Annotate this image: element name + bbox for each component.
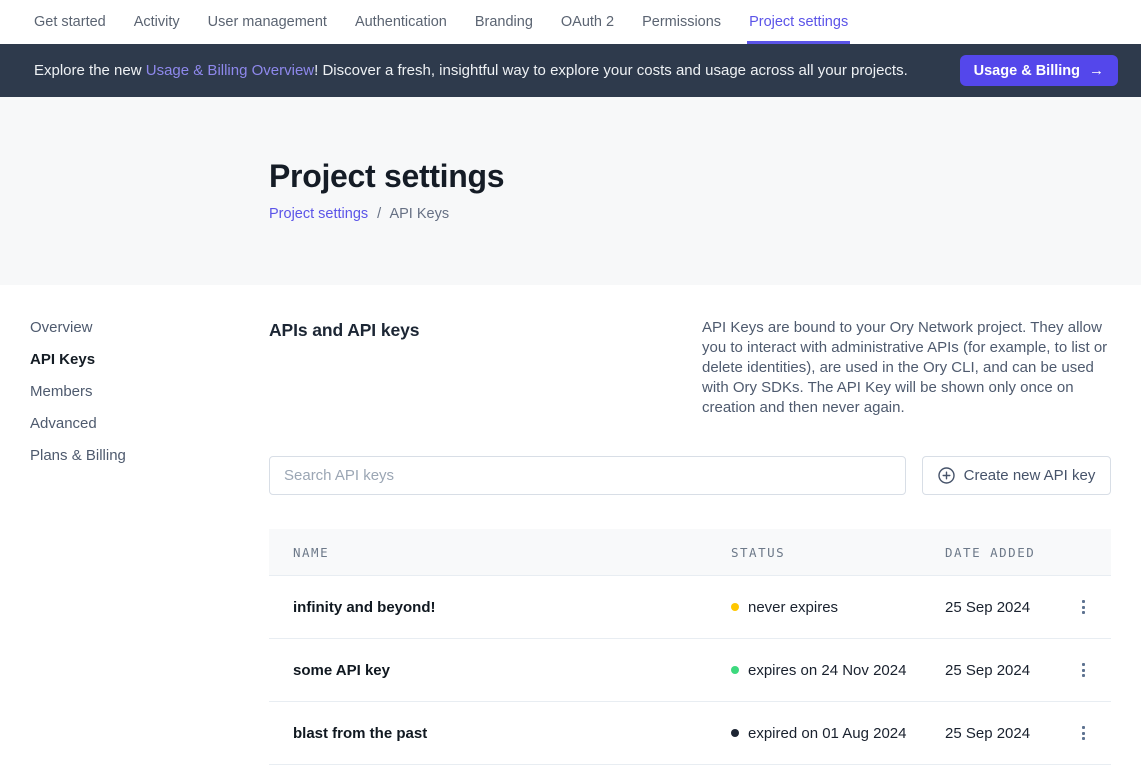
plus-circle-icon (938, 467, 955, 484)
breadcrumb-current: API Keys (389, 206, 449, 222)
section-heading: APIs and API keys (269, 318, 419, 418)
status-dot-icon (731, 666, 739, 674)
sidebar-item-members[interactable]: Members (30, 383, 93, 400)
row-actions-kebab-icon[interactable] (1076, 720, 1091, 746)
sidebar-item-plans-billing[interactable]: Plans & Billing (30, 447, 126, 464)
arrow-right-icon: → (1089, 62, 1104, 79)
nav-item-permissions[interactable]: Permissions (642, 0, 721, 44)
top-nav: Get started Activity User management Authen… (0, 0, 1141, 44)
table-row: some API key expires on 24 Nov 2024 25 S… (269, 639, 1111, 702)
nav-item-user-management[interactable]: User management (208, 0, 327, 44)
breadcrumb-project-settings-link[interactable]: Project settings (269, 206, 368, 222)
status-dot-icon (731, 729, 739, 737)
row-actions-kebab-icon[interactable] (1076, 594, 1091, 620)
table-row: infinity and beyond! never expires 25 Se… (269, 576, 1111, 639)
table-row: blast from the past expired on 01 Aug 20… (269, 702, 1111, 765)
nav-item-project-settings[interactable]: Project settings (749, 0, 848, 44)
controls-row: Create new API key (269, 456, 1111, 495)
api-keys-table: NAME STATUS DATE ADDED infinity and beyo… (269, 529, 1111, 765)
create-api-key-button[interactable]: Create new API key (922, 456, 1111, 495)
usage-billing-button-label: Usage & Billing (974, 63, 1080, 79)
column-header-name: NAME (269, 545, 731, 560)
usage-billing-button[interactable]: Usage & Billing → (960, 55, 1118, 86)
nav-item-activity[interactable]: Activity (134, 0, 180, 44)
status-text: expired on 01 Aug 2024 (748, 725, 906, 742)
banner-text-after: ! Discover a fresh, insightful way to ex… (314, 62, 908, 79)
sidebar-item-api-keys[interactable]: API Keys (30, 351, 95, 368)
sidebar-item-overview[interactable]: Overview (30, 319, 93, 336)
status-dot-icon (731, 603, 739, 611)
usage-billing-banner: Explore the new Usage & Billing Overview… (0, 44, 1141, 97)
api-keys-panel: APIs and API keys API Keys are bound to … (269, 318, 1111, 765)
intro-row: APIs and API keys API Keys are bound to … (269, 318, 1111, 418)
sidebar-item-advanced[interactable]: Advanced (30, 415, 97, 432)
nav-item-oauth-2[interactable]: OAuth 2 (561, 0, 614, 44)
breadcrumb-separator: / (377, 206, 381, 222)
usage-billing-overview-link[interactable]: Usage & Billing Overview (146, 62, 314, 79)
status-text: expires on 24 Nov 2024 (748, 662, 906, 679)
search-input[interactable] (269, 456, 906, 495)
column-header-status: STATUS (731, 545, 945, 560)
banner-text-before: Explore the new (34, 62, 146, 79)
content-area: Overview API Keys Members Advanced Plans & B… (0, 285, 1141, 765)
table-header-row: NAME STATUS DATE ADDED (269, 529, 1111, 576)
column-header-date-added: DATE ADDED (945, 545, 1055, 560)
breadcrumb: Project settings / API Keys (269, 206, 1141, 222)
api-key-status: expires on 24 Nov 2024 (731, 662, 945, 679)
nav-item-authentication[interactable]: Authentication (355, 0, 447, 44)
api-key-name: blast from the past (269, 725, 731, 742)
api-key-name: some API key (269, 662, 731, 679)
nav-item-branding[interactable]: Branding (475, 0, 533, 44)
settings-sidebar: Overview API Keys Members Advanced Plans & B… (0, 318, 269, 765)
page-title: Project settings (269, 158, 1141, 195)
api-key-date-added: 25 Sep 2024 (945, 599, 1055, 616)
api-key-date-added: 25 Sep 2024 (945, 725, 1055, 742)
status-text: never expires (748, 599, 838, 616)
api-key-status: expired on 01 Aug 2024 (731, 725, 945, 742)
banner-text: Explore the new Usage & Billing Overview… (34, 62, 908, 79)
api-key-date-added: 25 Sep 2024 (945, 662, 1055, 679)
api-key-status: never expires (731, 599, 945, 616)
page-header: Project settings Project settings / API … (0, 97, 1141, 285)
api-key-name: infinity and beyond! (269, 599, 731, 616)
create-api-key-label: Create new API key (964, 467, 1096, 484)
nav-item-get-started[interactable]: Get started (34, 0, 106, 44)
row-actions-kebab-icon[interactable] (1076, 657, 1091, 683)
api-keys-description: API Keys are bound to your Ory Network p… (702, 318, 1111, 418)
